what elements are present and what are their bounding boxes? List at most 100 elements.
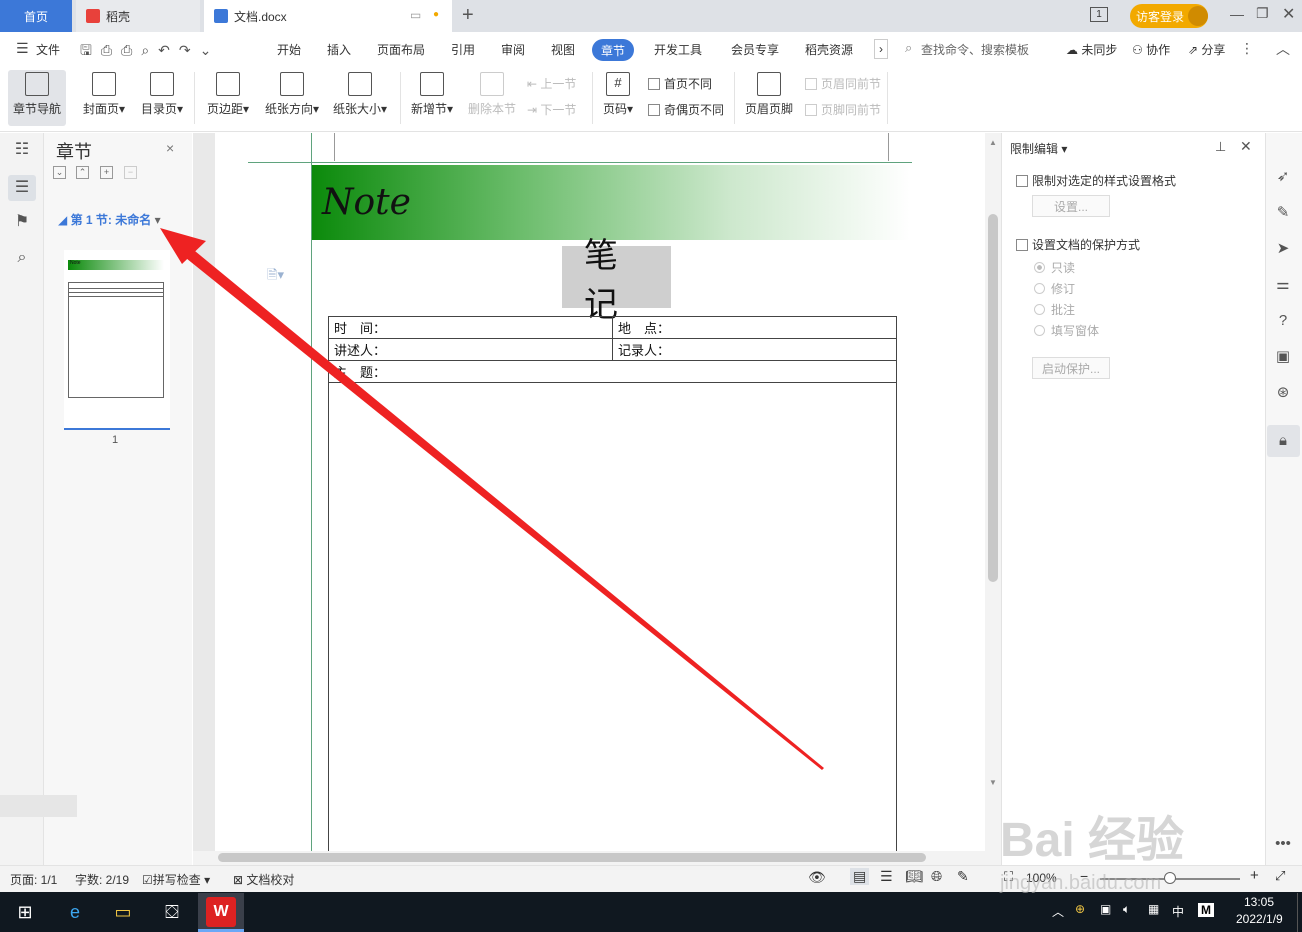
guest-login-button[interactable]: 访客登录	[1130, 4, 1208, 28]
close-icon[interactable]: ×	[166, 140, 174, 156]
window-count-icon[interactable]: 1	[1090, 7, 1108, 22]
menu-review[interactable]: 审阅	[501, 41, 525, 58]
monitor-icon[interactable]: ▭	[410, 8, 421, 22]
clock-time[interactable]: 13:05	[1244, 895, 1274, 909]
tray-expand-icon[interactable]: ︿	[1052, 903, 1064, 920]
zoom-slider-knob[interactable]	[1164, 872, 1176, 884]
hamburger-icon[interactable]: ☰	[16, 40, 29, 57]
time-cell[interactable]: 时 间：	[328, 316, 613, 339]
delete-section-button[interactable]: 删除本节	[466, 70, 518, 126]
eye-protection-icon[interactable]: 👁︎	[808, 869, 826, 886]
chevron-right-icon[interactable]: ›	[874, 39, 888, 59]
outline-view-icon[interactable]: ☰	[880, 868, 893, 885]
rocket-icon[interactable]: ➶	[1272, 166, 1294, 188]
more-tools-icon[interactable]: •••	[1272, 833, 1294, 855]
chapter-nav-button[interactable]: 章节导航	[8, 70, 66, 126]
tab-home[interactable]: 首页	[0, 0, 72, 32]
collapse-all-icon[interactable]: ⌄	[53, 166, 66, 179]
recorder-cell[interactable]: 记录人：	[612, 338, 897, 361]
bookmark-icon[interactable]: ⚑	[12, 212, 32, 232]
footer-same-as-prev-checkbox[interactable]: 页脚同前节	[805, 101, 881, 118]
close-icon[interactable]: ✕	[1240, 138, 1252, 155]
pen-icon[interactable]: ✎	[1272, 202, 1294, 224]
more-icon[interactable]: ⋮	[1240, 40, 1254, 57]
menu-start[interactable]: 开始	[277, 41, 301, 58]
settings-button[interactable]: 设置...	[1032, 195, 1110, 217]
quick-access-toolbar[interactable]: 🖫⎙⎙⌕↶↷⌄	[80, 40, 220, 64]
wps-office-icon[interactable]: W	[206, 897, 236, 927]
word-count[interactable]: 字数: 2/19	[75, 871, 129, 888]
collapse-ribbon-icon[interactable]: ︿	[1276, 39, 1290, 59]
show-desktop-button[interactable]	[1297, 893, 1302, 932]
page-thumbnail[interactable]: Note	[64, 250, 170, 430]
radio-form[interactable]: 填写窗体	[1034, 322, 1099, 339]
find-icon[interactable]: ⌕	[12, 248, 32, 268]
network-icon[interactable]: ▣	[1100, 902, 1111, 916]
new-section-button[interactable]: 新增节▾	[408, 70, 456, 126]
paper-size-button[interactable]: 纸张大小▾	[330, 70, 390, 126]
start-protect-button[interactable]: 启动保护...	[1032, 357, 1110, 379]
zoom-in-icon[interactable]: +	[1250, 867, 1259, 884]
help-icon[interactable]: ?	[1272, 310, 1294, 332]
radio-revision[interactable]: 修订	[1034, 280, 1075, 297]
ime-mode-indicator[interactable]: M	[1198, 903, 1214, 917]
spell-check-button[interactable]: ☑拼写检查 ▾	[142, 871, 210, 888]
radio-comment[interactable]: 批注	[1034, 301, 1075, 318]
edge-browser-icon[interactable]: e	[60, 897, 90, 927]
keyboard-icon[interactable]: ▦	[1148, 902, 1159, 916]
store-icon[interactable]: ⛋	[157, 897, 187, 927]
page-indicator[interactable]: 页面: 1/1	[10, 871, 57, 888]
first-page-different-checkbox[interactable]: 首页不同	[648, 75, 712, 92]
scroll-down-icon[interactable]: ▼	[989, 778, 997, 787]
chapter-panel-icon[interactable]: ☰	[8, 175, 36, 201]
document-heading[interactable]: 笔 记	[562, 237, 671, 324]
restrict-panel-title[interactable]: 限制编辑 ▾	[1010, 140, 1067, 157]
fullscreen-icon[interactable]: ⤢	[1275, 868, 1285, 884]
sliders-icon[interactable]: ⚌	[1272, 274, 1294, 296]
lock-icon[interactable]: 🔒︎	[1272, 430, 1294, 452]
outline-icon[interactable]: ☷	[12, 140, 32, 160]
topic-cell[interactable]: 主 题：	[328, 360, 897, 383]
protect-mode-checkbox[interactable]: 设置文档的保护方式	[1016, 236, 1140, 253]
menu-devtools[interactable]: 开发工具	[654, 41, 702, 58]
menu-chapter[interactable]: 章节	[592, 39, 634, 61]
minimize-icon[interactable]: —	[1230, 6, 1244, 22]
note-form-table[interactable]: 时 间：地 点： 讲述人： 记录人： 主 题：	[328, 316, 897, 853]
page-number-button[interactable]: # 页码▾	[598, 70, 638, 126]
cursor-icon[interactable]: ➤	[1272, 238, 1294, 260]
header-same-as-prev-checkbox[interactable]: 页眉同前节	[805, 75, 881, 92]
tab-daoke[interactable]: 稻壳	[76, 0, 200, 32]
page-view-icon[interactable]: ▤	[850, 868, 870, 885]
expand-up-icon[interactable]: ⌃	[76, 166, 89, 179]
reading-view-icon[interactable]: 📖︎	[905, 868, 923, 885]
add-section-icon[interactable]: +	[100, 166, 113, 179]
write-view-icon[interactable]: ✎	[957, 868, 969, 885]
speaker-cell[interactable]: 讲述人：	[328, 338, 613, 361]
paragraph-menu-icon[interactable]: 🗎▾	[267, 266, 284, 288]
place-cell[interactable]: 地 点：	[612, 316, 897, 339]
vertical-scroll-thumb[interactable]	[988, 214, 998, 582]
menu-member[interactable]: 会员专享	[731, 41, 779, 58]
tray-app-icon[interactable]: ⊕	[1075, 902, 1085, 916]
windows-start-icon[interactable]: ⊞	[10, 897, 40, 927]
compass-icon[interactable]: ⊛	[1272, 382, 1294, 404]
orientation-button[interactable]: 纸张方向▾	[262, 70, 322, 126]
ime-indicator[interactable]: 中	[1172, 903, 1184, 920]
share-button[interactable]: ⇗ 分享	[1188, 41, 1225, 58]
collab-button[interactable]: ⚇ 协作	[1132, 41, 1170, 58]
tab-document[interactable]: 文档.docx ▭ ●	[204, 0, 452, 32]
cover-page-button[interactable]: 封面页▾	[80, 70, 128, 126]
menu-insert[interactable]: 插入	[327, 41, 351, 58]
menu-layout[interactable]: 页面布局	[377, 41, 425, 58]
header-footer-button[interactable]: 页眉页脚	[742, 70, 796, 126]
radio-readonly[interactable]: 只读	[1034, 259, 1075, 276]
scroll-up-icon[interactable]: ▲	[989, 138, 997, 147]
menu-daoke-resources[interactable]: 稻壳资源	[805, 41, 853, 58]
close-window-icon[interactable]: ✕	[1282, 4, 1295, 24]
remove-section-icon[interactable]: −	[124, 166, 137, 179]
menu-view[interactable]: 视图	[551, 41, 575, 58]
notes-body-cell[interactable]	[328, 382, 897, 853]
menu-reference[interactable]: 引用	[451, 41, 475, 58]
sync-status[interactable]: ☁ 未同步	[1066, 41, 1117, 58]
next-section-button[interactable]: ⇥ 下一节	[527, 101, 576, 118]
